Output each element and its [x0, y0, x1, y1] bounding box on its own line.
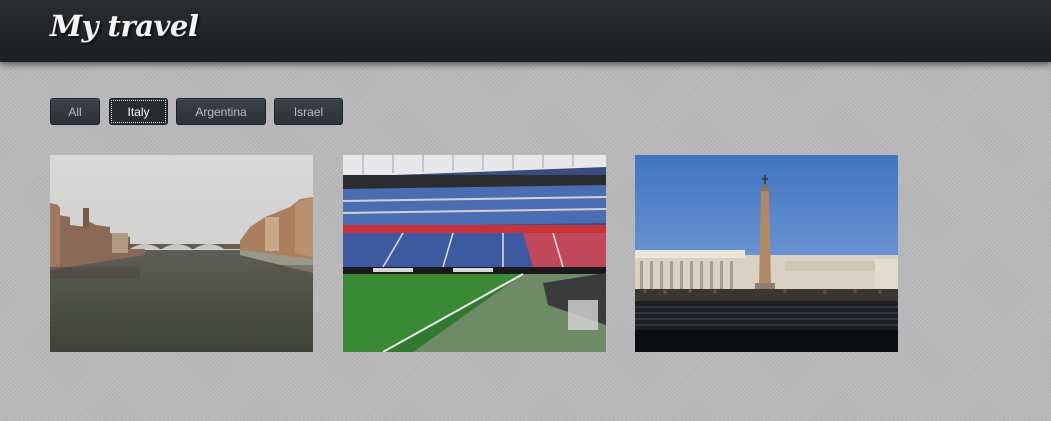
- filter-all-button[interactable]: All: [50, 98, 100, 125]
- obelisk-square-image: [635, 155, 898, 352]
- stadium-image: [343, 155, 606, 352]
- gallery-photo-river[interactable]: [50, 155, 313, 352]
- filter-israel-button[interactable]: Israel: [274, 98, 343, 125]
- gallery-photo-stadium[interactable]: [343, 155, 606, 352]
- river-bridge-image: [50, 155, 313, 352]
- gallery-photo-square[interactable]: [635, 155, 898, 352]
- site-title: My travel: [50, 9, 199, 43]
- filter-italy-button[interactable]: Italy: [109, 98, 168, 125]
- filter-argentina-button[interactable]: Argentina: [176, 98, 266, 125]
- top-header: My travel: [0, 0, 1051, 62]
